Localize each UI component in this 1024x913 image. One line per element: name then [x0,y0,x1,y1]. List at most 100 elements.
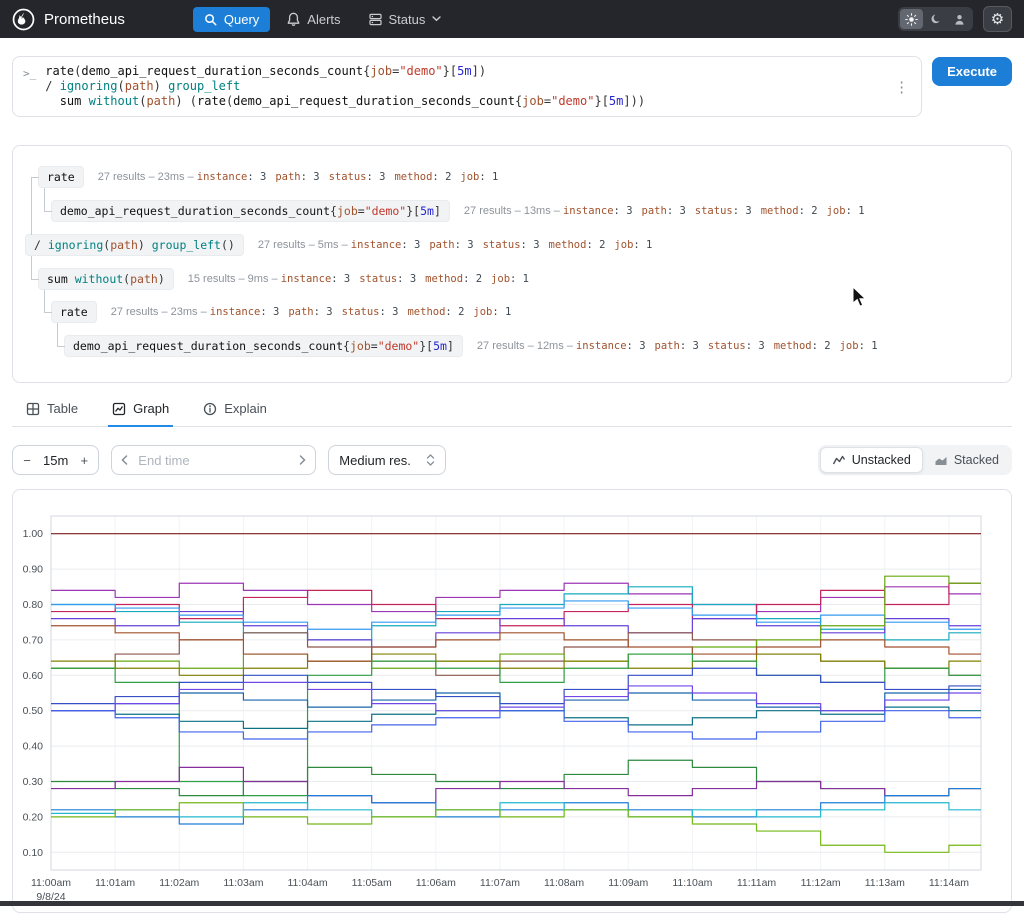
chart-series-line [51,667,981,705]
sun-icon [905,12,918,26]
tree-node-meta: 27 results – 23ms – instance: 3 path: 3st… [97,171,499,183]
tree-node-row: rate 27 results – 23ms – instance: 3 path:… [51,301,520,323]
settings-button[interactable]: ⚙ [983,6,1012,32]
range-value[interactable]: 15m [38,453,73,468]
range-stepper: − 15m + [12,445,100,475]
y-tick-label: 0.90 [23,564,44,576]
chart-series-line [51,625,981,662]
query-row: >_ rate(demo_api_request_duration_second… [12,56,1012,117]
prompt-icon: >_ [23,67,37,80]
nav-status[interactable]: Status [358,7,453,32]
tree-node-meta: 27 results – 23ms – instance: 3 path: 3st… [110,306,512,318]
gear-icon: ⚙ [990,10,1005,28]
graph-icon [112,402,126,415]
end-time-input[interactable] [136,451,292,469]
x-tick-label: 11:03am [223,877,263,889]
nav-query-label: Query [223,11,260,27]
tab-graph[interactable]: Graph [108,395,174,427]
graph-panel: 11:00am 11:01am 11:02am 11:03am 11:04am 11:05… [12,489,1012,913]
graph-controls: − 15m + Medium res. Unstacked [12,445,1012,475]
y-tick-label: 0.40 [23,741,44,753]
x-tick-label: 11:01am [95,877,135,889]
nav-query[interactable]: Query [192,6,271,32]
navbar-right: ⚙ [898,6,1012,32]
nav-alerts-label: Alerts [307,11,341,27]
moon-icon [931,14,940,24]
theme-dark-button[interactable] [924,9,947,29]
chart-series-line [51,759,981,797]
result-tabs: Table Graph Explain [12,395,1012,427]
y-tick-label: 0.80 [23,599,44,611]
x-tick-label: 11:13am [865,877,905,889]
x-tick-label: 11:10am [672,877,712,889]
chart-series-line [51,766,981,804]
x-tick-label: 11:04am [288,877,328,889]
tree-node-chip[interactable]: / ignoring(path) group_left() [25,234,244,256]
theme-system-button[interactable] [948,9,971,29]
tree-node-chip[interactable]: rate [51,301,97,323]
tree-node-meta: 27 results – 13ms – instance: 3 path: 3st… [463,205,865,217]
x-tick-label: 11:11am [737,877,777,889]
tree-node-chip[interactable]: sum without(path) [38,268,174,290]
range-decrease-button[interactable]: − [16,453,38,468]
resolution-value: Medium res. [339,452,411,468]
range-increase-button[interactable]: + [73,453,95,468]
tree-node-row: rate 27 results – 23ms – instance: 3 path:… [38,166,507,188]
info-icon [204,402,217,415]
navbar: Prometheus Query Alerts Status ⚙ [0,0,1024,38]
y-tick-label: 0.50 [23,705,44,717]
tree-connector [31,256,39,280]
y-tick-label: 0.30 [23,776,44,788]
x-tick-label: 11:09am [608,877,648,889]
tree-node-chip[interactable]: demo_api_request_duration_seconds_count{… [51,200,450,222]
graph-controls-left: − 15m + Medium res. [12,445,447,475]
server-icon [368,13,382,25]
execute-button[interactable]: Execute [932,57,1012,86]
graph-canvas[interactable]: 11:00am 11:01am 11:02am 11:03am 11:04am 11:05… [13,490,1011,912]
tree-node-chip[interactable]: demo_api_request_duration_seconds_count{… [64,335,463,357]
tree-node-chip[interactable]: rate [38,166,84,188]
tab-explain[interactable]: Explain [199,395,271,426]
theme-toggle-group [898,7,973,31]
y-tick-label: 0.10 [23,847,44,859]
chart-series-line [51,787,981,825]
query-tree-panel: rate 27 results – 23ms – instance: 3 path:… [12,145,1012,383]
resolution-select[interactable]: Medium res. [328,445,447,475]
chevron-left-icon[interactable] [121,455,128,465]
query-editor[interactable]: >_ rate(demo_api_request_duration_second… [12,56,923,117]
chevron-down-icon [432,16,442,22]
tab-explain-label: Explain [224,401,267,416]
x-tick-label: 11:00am [31,877,71,889]
query-editor-code[interactable]: rate(demo_api_request_duration_seconds_c… [45,64,883,109]
bottom-bar [0,901,1024,906]
tab-table[interactable]: Table [22,395,82,426]
x-tick-label: 11:07am [480,877,520,889]
tree-node-meta: 15 results – 9ms – instance: 3 status: 3m… [187,273,529,285]
end-time-picker [111,445,317,475]
chart-series-line [51,710,981,740]
chevron-right-icon[interactable] [299,455,306,465]
person-icon [955,14,964,25]
x-tick-label: 11:08am [544,877,584,889]
brand: Prometheus [12,8,125,31]
stacking-toggle: Unstacked Stacked [817,445,1012,475]
unstacked-label: Unstacked [851,453,911,467]
theme-light-button[interactable] [900,9,923,29]
stacked-option[interactable]: Stacked [923,447,1010,473]
chart-series-line [51,681,981,712]
chart-series-line [51,600,981,630]
search-icon [204,13,217,25]
y-tick-label: 0.20 [23,811,44,823]
editor-menu-button[interactable]: ⋮ [892,78,911,96]
x-tick-label: 11:14am [929,877,969,889]
x-tick-label: 11:05am [352,877,392,889]
nav-alerts[interactable]: Alerts [276,7,351,32]
chart-series-line [51,582,981,613]
area-chart-icon [935,457,947,465]
stacked-label: Stacked [953,453,999,467]
unstacked-option[interactable]: Unstacked [819,447,923,473]
x-tick-label: 11:02am [159,877,199,889]
brand-title: Prometheus [44,10,125,28]
tree-node-row: / ignoring(path) group_left() 27 results … [25,234,661,256]
tree-connector [57,323,65,347]
